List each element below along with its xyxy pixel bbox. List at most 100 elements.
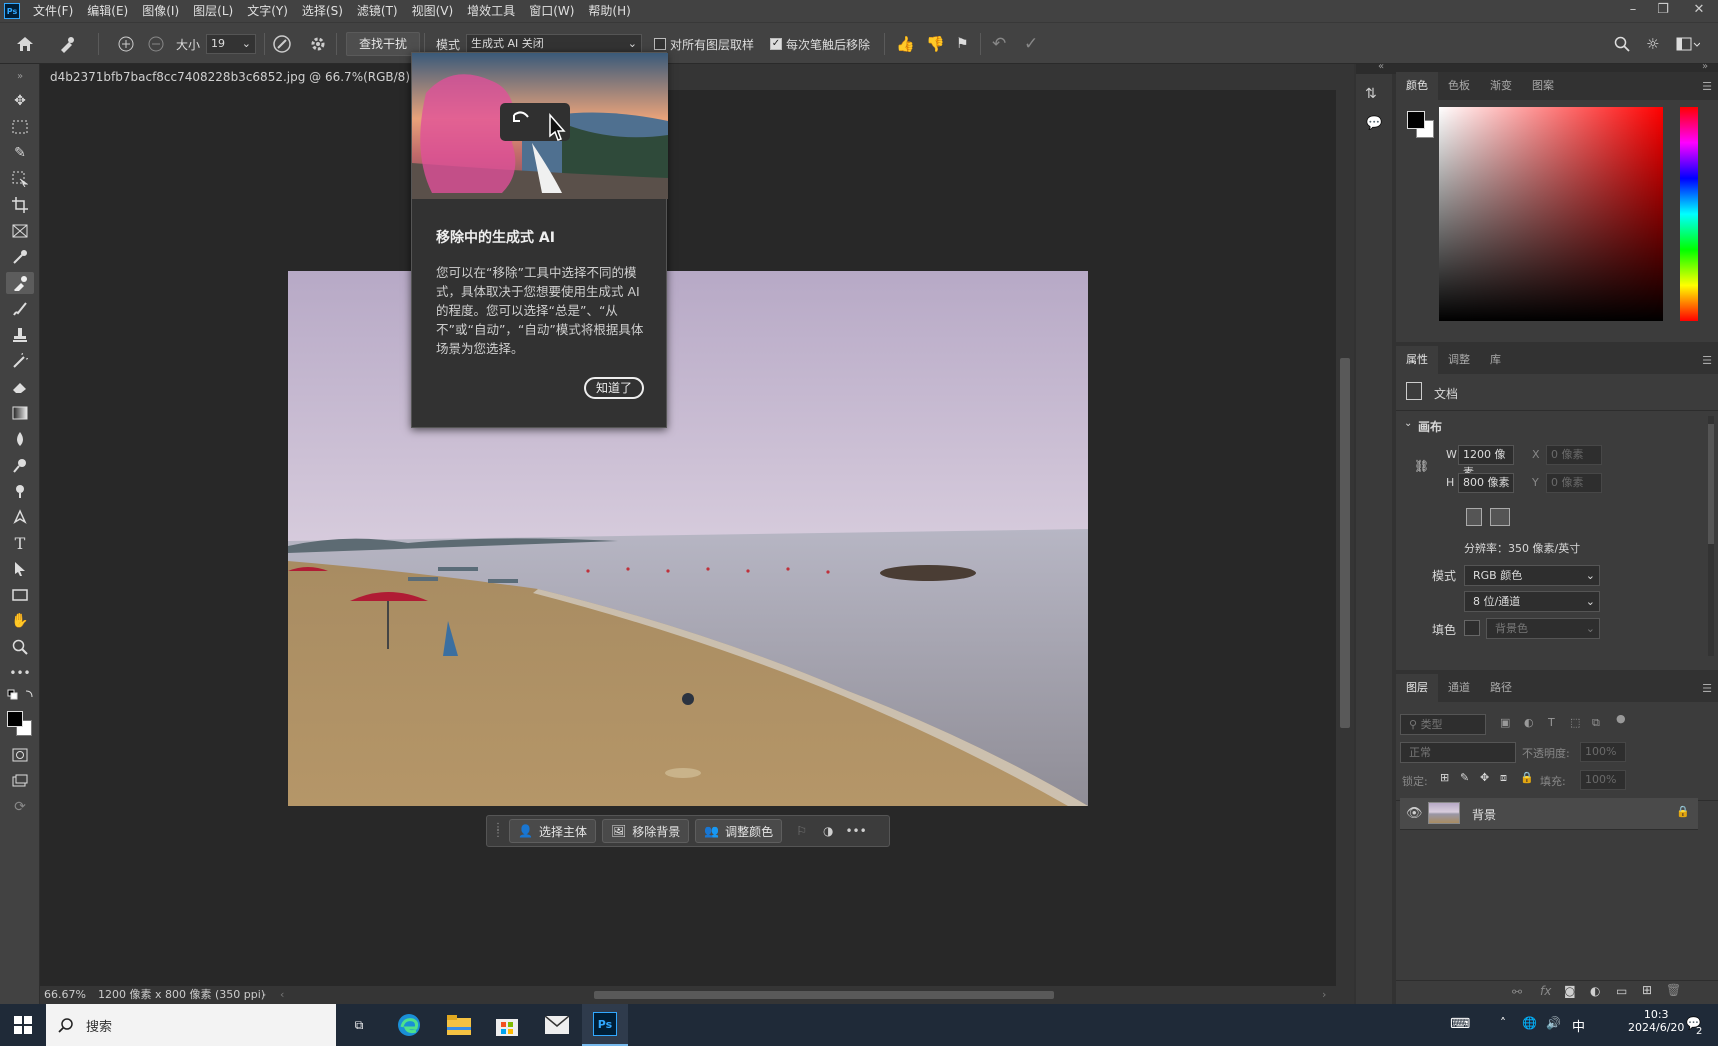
- blend-mode-select[interactable]: 正常: [1400, 742, 1516, 763]
- lock-pixels-icon[interactable]: ✎: [1460, 771, 1469, 784]
- network-icon[interactable]: 🌐: [1522, 1016, 1537, 1030]
- taskbar-search-box[interactable]: 搜索: [46, 1004, 336, 1046]
- vertical-scrollbar[interactable]: [1336, 90, 1354, 986]
- layer-row-background[interactable]: 👁 背景 🔒: [1400, 798, 1698, 830]
- edit-toolbar-icon[interactable]: ⟳: [6, 796, 34, 818]
- microsoft-store-icon[interactable]: [484, 1004, 530, 1046]
- hue-slider[interactable]: [1680, 107, 1698, 321]
- object-selection-tool-icon[interactable]: [6, 168, 34, 190]
- collapse-left-icon[interactable]: «: [1378, 61, 1384, 72]
- lock-transparent-icon[interactable]: ⊞: [1440, 771, 1449, 784]
- panel-tab[interactable]: 图案: [1522, 72, 1564, 100]
- menu-item[interactable]: 视图(V): [405, 0, 461, 22]
- menu-item[interactable]: 增效工具: [460, 0, 522, 22]
- adjustment-layer-icon[interactable]: ◐: [1590, 984, 1600, 998]
- width-input[interactable]: 1200 像素: [1458, 445, 1514, 479]
- link-icon[interactable]: ⛓: [1414, 459, 1429, 473]
- default-colors-icon[interactable]: [6, 688, 34, 702]
- panel-tab[interactable]: 通道: [1438, 674, 1480, 702]
- panel-tab[interactable]: 图层: [1396, 674, 1438, 702]
- type-tool-icon[interactable]: T: [6, 532, 34, 554]
- zoom-level[interactable]: 66.67%: [44, 986, 86, 1004]
- visibility-eye-icon[interactable]: 👁: [1406, 806, 1423, 821]
- chevron-down-icon[interactable]: ⌄: [1404, 418, 1412, 429]
- fill-select[interactable]: 背景色 ⌄: [1486, 618, 1600, 639]
- collapse-right-icon[interactable]: »: [1702, 61, 1708, 72]
- path-selection-tool-icon[interactable]: [6, 558, 34, 580]
- panel-tab[interactable]: 色板: [1438, 72, 1480, 100]
- group-folder-icon[interactable]: ▭: [1616, 984, 1627, 998]
- chevron-left-icon[interactable]: ‹: [280, 986, 284, 1004]
- delete-layer-icon[interactable]: 🗑: [1666, 983, 1681, 997]
- filter-toggle-icon[interactable]: ●: [1616, 712, 1626, 725]
- panel-tab[interactable]: 路径: [1480, 674, 1522, 702]
- find-distractions-button[interactable]: 查找干扰: [346, 32, 421, 56]
- menu-item[interactable]: 选择(S): [295, 0, 350, 22]
- menu-item[interactable]: 文字(Y): [240, 0, 295, 22]
- blur-tool-icon[interactable]: [6, 428, 34, 450]
- drag-handle-icon[interactable]: ⋮ ⋮: [493, 823, 503, 839]
- commit-check-icon[interactable]: ✓: [1024, 23, 1038, 65]
- height-input[interactable]: 800 像素: [1458, 473, 1514, 493]
- panel-tab[interactable]: 颜色: [1396, 72, 1438, 100]
- frame-tool-icon[interactable]: [6, 220, 34, 242]
- more-tools-icon[interactable]: •••: [6, 662, 34, 684]
- marquee-tool-icon[interactable]: [6, 116, 34, 138]
- sample-all-layers-checkbox[interactable]: 对所有图层取样: [654, 23, 754, 65]
- gear-icon[interactable]: [310, 23, 326, 65]
- clock[interactable]: 10:3 2024/6/20: [1628, 1008, 1684, 1034]
- workspace-icon[interactable]: [1676, 23, 1700, 65]
- got-it-button[interactable]: 知道了: [584, 377, 645, 399]
- undo-icon[interactable]: ↶: [992, 23, 1006, 65]
- smudge-tool-icon[interactable]: [6, 480, 34, 502]
- flag-icon[interactable]: ⚑: [956, 23, 969, 65]
- document-tab[interactable]: d4b2371bfb7bacf8cc7408228b3c6852.jpg @ 6…: [40, 64, 450, 90]
- thumbs-up-icon[interactable]: 👍: [896, 23, 915, 65]
- chevron-right-icon[interactable]: ›: [1322, 986, 1326, 1004]
- menu-item[interactable]: 编辑(E): [80, 0, 135, 22]
- panel-menu-icon[interactable]: ☰: [1702, 354, 1712, 367]
- horizontal-scroll-thumb[interactable]: [594, 991, 1054, 999]
- remove-background-button[interactable]: 🖼 移除背景: [601, 819, 690, 843]
- lock-position-icon[interactable]: ✥: [1480, 771, 1489, 784]
- brush-tool-icon[interactable]: [6, 298, 34, 320]
- minimize-icon[interactable]: –: [1618, 0, 1648, 22]
- adjust-color-button[interactable]: 👥 调整颜色: [695, 819, 783, 843]
- task-view-icon[interactable]: ⧉: [336, 1004, 382, 1046]
- contrast-icon[interactable]: ◑: [823, 824, 833, 838]
- color-mode-select[interactable]: RGB 颜色 ⌄: [1464, 565, 1600, 586]
- color-picker-field[interactable]: [1439, 107, 1663, 321]
- lock-artboard-icon[interactable]: ⧈: [1500, 771, 1507, 785]
- panel-menu-icon[interactable]: ☰: [1702, 80, 1712, 93]
- opacity-input[interactable]: 100%: [1580, 742, 1626, 762]
- portrait-orientation-icon[interactable]: [1466, 508, 1482, 526]
- pixel-filter-icon[interactable]: ▣: [1500, 716, 1510, 729]
- expand-toolbar-icon[interactable]: »: [6, 65, 34, 87]
- mode-select[interactable]: 生成式 AI 关闭 ⌄: [466, 34, 642, 54]
- history-panel-icon[interactable]: ⇅: [1365, 86, 1377, 102]
- y-input[interactable]: 0 像素: [1546, 473, 1602, 493]
- flag-icon[interactable]: ⚐: [796, 824, 807, 838]
- file-explorer-icon[interactable]: [436, 1004, 482, 1046]
- comments-panel-icon[interactable]: 💬: [1366, 116, 1382, 131]
- panel-tab[interactable]: 属性: [1396, 346, 1438, 374]
- link-layers-icon[interactable]: ⚯: [1512, 985, 1522, 999]
- hand-tool-icon[interactable]: ✋: [6, 610, 34, 632]
- menu-item[interactable]: 图像(I): [135, 0, 186, 22]
- screen-mode-icon[interactable]: [6, 770, 34, 792]
- mail-icon[interactable]: [534, 1004, 580, 1046]
- volume-icon[interactable]: 🔊: [1546, 1016, 1561, 1030]
- dodge-tool-icon[interactable]: [6, 454, 34, 476]
- add-brush-icon[interactable]: [118, 23, 134, 65]
- zoom-tool-icon[interactable]: [6, 636, 34, 658]
- add-mask-icon[interactable]: ◙: [1564, 984, 1576, 998]
- move-tool-icon[interactable]: ✥: [6, 90, 34, 112]
- photoshop-taskbar-icon[interactable]: Ps: [582, 1004, 628, 1046]
- layer-filter-select[interactable]: ⚲ 类型: [1400, 714, 1486, 735]
- lock-all-icon[interactable]: 🔒: [1520, 771, 1534, 784]
- select-subject-button[interactable]: 👤 选择主体: [509, 819, 596, 843]
- vertical-scroll-thumb[interactable]: [1340, 358, 1350, 728]
- panel-tab[interactable]: 库: [1480, 346, 1511, 374]
- x-input[interactable]: 0 像素: [1546, 445, 1602, 465]
- edge-browser-icon[interactable]: [386, 1004, 432, 1046]
